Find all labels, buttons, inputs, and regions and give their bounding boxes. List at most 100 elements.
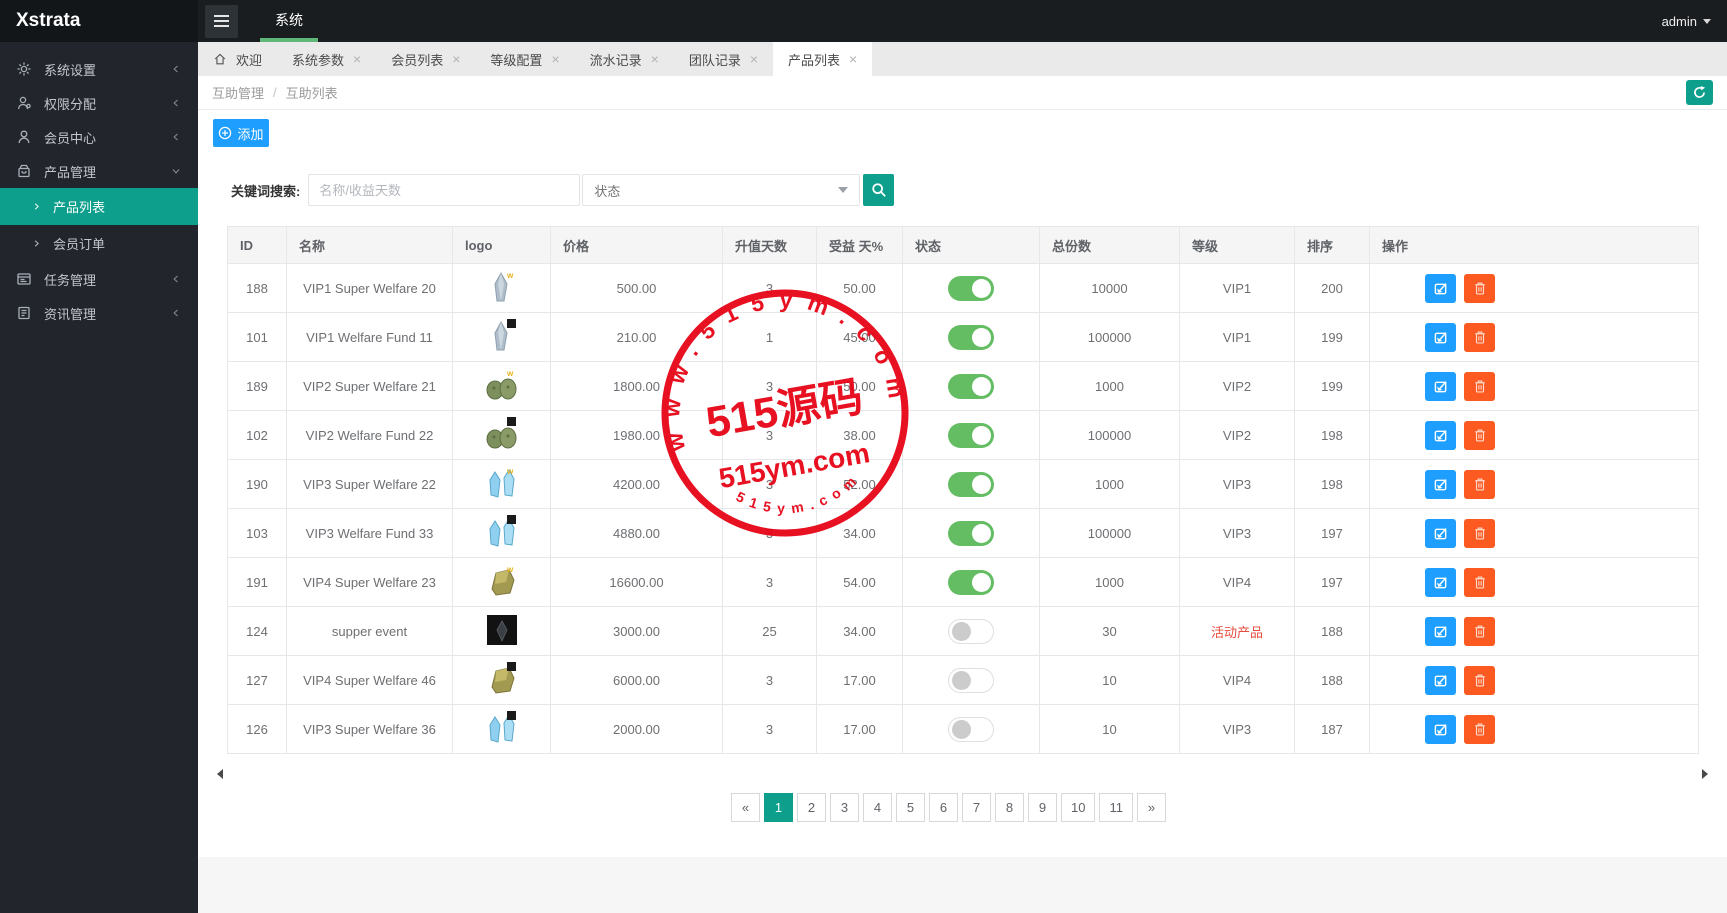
edit-button[interactable] xyxy=(1425,518,1456,548)
task-icon xyxy=(16,271,33,288)
scroll-right-icon[interactable] xyxy=(1702,769,1708,779)
cell-status xyxy=(902,459,1040,509)
keyword-input[interactable] xyxy=(308,174,581,206)
app-root: Xstrata 系统设置 权限分配 会员中心 产品管理 产品列表 会员订单 任务管理 资讯管理… xyxy=(0,0,1727,913)
page-button-2[interactable]: 2 xyxy=(797,793,827,822)
page-button-7[interactable]: 7 xyxy=(962,793,992,822)
home-icon xyxy=(213,52,227,66)
close-icon[interactable]: × xyxy=(849,52,857,66)
edit-button[interactable] xyxy=(1425,567,1456,597)
tab-label: 流水记录 xyxy=(589,52,642,68)
news-icon xyxy=(16,305,33,322)
edit-button[interactable] xyxy=(1425,322,1456,352)
cell-total: 100000 xyxy=(1039,410,1180,460)
delete-button[interactable] xyxy=(1464,273,1495,303)
edit-button[interactable] xyxy=(1425,420,1456,450)
status-toggle[interactable] xyxy=(948,618,994,644)
edit-button[interactable] xyxy=(1425,371,1456,401)
page-prev-button[interactable]: « xyxy=(731,793,761,822)
horizontal-scrollbar[interactable] xyxy=(213,767,1708,781)
status-toggle[interactable] xyxy=(948,422,994,448)
nav-menu-system[interactable]: 系统 xyxy=(260,0,318,42)
page-next-button[interactable]: » xyxy=(1136,793,1166,822)
status-select[interactable]: 状态 xyxy=(582,174,861,206)
breadcrumb-parent[interactable]: 互助管理 xyxy=(212,83,264,102)
cell-status xyxy=(902,704,1040,754)
search-button[interactable] xyxy=(863,174,895,206)
cell-price: 16600.00 xyxy=(550,557,723,607)
sidebar-item-task-management[interactable]: 任务管理 xyxy=(0,262,198,296)
edit-button[interactable] xyxy=(1425,616,1456,646)
tab-7[interactable]: 产品列表 × xyxy=(773,42,873,76)
sidebar-item-permissions[interactable]: 权限分配 xyxy=(0,86,198,120)
page-button-3[interactable]: 3 xyxy=(830,793,860,822)
tab-4[interactable]: 等级配置 × xyxy=(475,42,574,76)
page-button-4[interactable]: 4 xyxy=(863,793,893,822)
delete-button[interactable] xyxy=(1464,322,1495,352)
delete-button[interactable] xyxy=(1464,714,1495,744)
scroll-left-icon[interactable] xyxy=(217,769,223,779)
tab-3[interactable]: 会员列表 × xyxy=(376,42,475,76)
column-header: ID xyxy=(227,226,287,264)
status-toggle[interactable] xyxy=(948,569,994,595)
status-toggle[interactable] xyxy=(948,373,994,399)
delete-button[interactable] xyxy=(1464,567,1495,597)
page-button-11[interactable]: 11 xyxy=(1099,793,1133,822)
refresh-button[interactable] xyxy=(1686,80,1713,105)
status-toggle[interactable] xyxy=(948,471,994,497)
page-button-5[interactable]: 5 xyxy=(896,793,926,822)
cell-sort: 197 xyxy=(1294,508,1370,558)
delete-button[interactable] xyxy=(1464,616,1495,646)
tab-2[interactable]: 系统参数 × xyxy=(277,42,376,76)
sidebar-item-member-orders[interactable]: 会员订单 xyxy=(0,225,198,262)
cell-days: 3 xyxy=(722,263,817,313)
page-button-8[interactable]: 8 xyxy=(995,793,1025,822)
user-menu[interactable]: admin xyxy=(1662,14,1711,29)
tab-bar: 欢迎 系统参数 × 会员列表 × 等级配置 × 流水记录 × 团队记录 × 产品列表 × xyxy=(198,42,1727,76)
cell-id: 101 xyxy=(227,312,287,362)
close-icon[interactable]: × xyxy=(452,52,460,66)
cell-total: 1000 xyxy=(1039,557,1180,607)
page-button-6[interactable]: 6 xyxy=(929,793,959,822)
edit-button[interactable] xyxy=(1425,469,1456,499)
cell-benefit: 50.00 xyxy=(816,263,903,313)
page-button-10[interactable]: 10 xyxy=(1061,793,1096,822)
tab-1[interactable]: 欢迎 xyxy=(198,42,277,76)
edit-button[interactable] xyxy=(1425,665,1456,695)
delete-button[interactable] xyxy=(1464,518,1495,548)
delete-button[interactable] xyxy=(1464,665,1495,695)
tab-6[interactable]: 团队记录 × xyxy=(674,42,773,76)
cell-sort: 199 xyxy=(1294,312,1370,362)
sidebar-item-label: 任务管理 xyxy=(44,272,97,288)
delete-button[interactable] xyxy=(1464,371,1495,401)
hamburger-menu-icon[interactable] xyxy=(205,4,238,38)
close-icon[interactable]: × xyxy=(551,52,559,66)
delete-button[interactable] xyxy=(1464,420,1495,450)
cell-price: 1800.00 xyxy=(550,361,723,411)
status-toggle[interactable] xyxy=(948,324,994,350)
sidebar-item-news-management[interactable]: 资讯管理 xyxy=(0,296,198,330)
cell-status xyxy=(902,655,1040,705)
status-toggle[interactable] xyxy=(948,520,994,546)
status-toggle[interactable] xyxy=(948,275,994,301)
cell-days: 3 xyxy=(722,459,817,509)
sidebar-item-member-center[interactable]: 会员中心 xyxy=(0,120,198,154)
sidebar-item-product-list[interactable]: 产品列表 xyxy=(0,188,198,225)
page-button-1[interactable]: 1 xyxy=(764,793,794,822)
tab-label: 团队记录 xyxy=(688,52,741,68)
delete-button[interactable] xyxy=(1464,469,1495,499)
sidebar-item-product-management[interactable]: 产品管理 xyxy=(0,154,198,188)
page-button-9[interactable]: 9 xyxy=(1028,793,1058,822)
edit-button[interactable] xyxy=(1425,273,1456,303)
sidebar-item-system-settings[interactable]: 系统设置 xyxy=(0,52,198,86)
status-toggle[interactable] xyxy=(948,667,994,693)
close-icon[interactable]: × xyxy=(353,52,361,66)
chevron-right-icon xyxy=(31,201,42,212)
edit-button[interactable] xyxy=(1425,714,1456,744)
close-icon[interactable]: × xyxy=(651,52,659,66)
status-toggle[interactable] xyxy=(948,716,994,742)
add-button[interactable]: 添加 xyxy=(213,119,269,147)
cell-status xyxy=(902,263,1040,313)
tab-5[interactable]: 流水记录 × xyxy=(575,42,674,76)
close-icon[interactable]: × xyxy=(750,52,758,66)
